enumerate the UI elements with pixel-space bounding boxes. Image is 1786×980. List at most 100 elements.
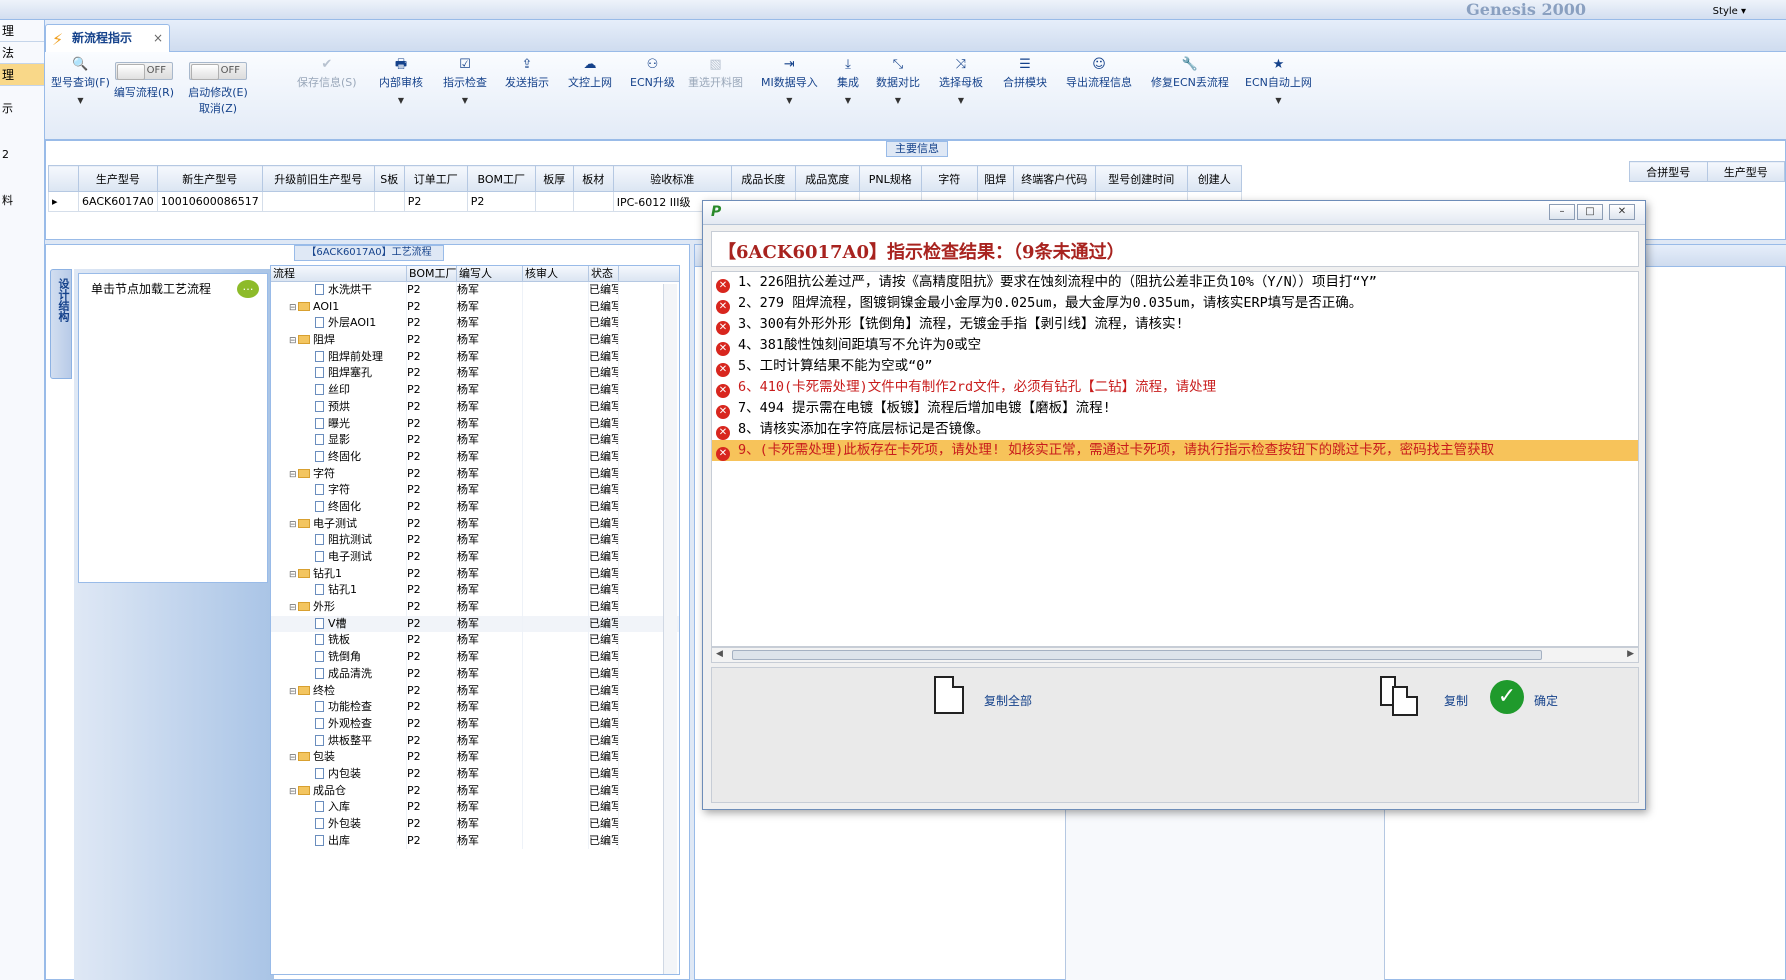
minimize-button[interactable]: –	[1549, 204, 1575, 220]
data-compare-button[interactable]: ⤡ 数据对比 ▼	[876, 56, 920, 105]
grid-cell[interactable]	[534, 191, 574, 212]
col-header[interactable]: 新生产型号	[156, 165, 263, 192]
col-header[interactable]: 核审人	[523, 266, 589, 281]
tree-row[interactable]: 出库 P2 杨军 已编写	[271, 832, 679, 850]
tree-row[interactable]: 曝光 P2 杨军 已编写	[271, 415, 679, 433]
tree-row[interactable]: 水洗烘干 P2 杨军 已编写	[271, 282, 679, 299]
scroll-right-icon[interactable]: ▶	[1627, 649, 1634, 659]
tree-node-cell[interactable]: 功能检查	[271, 699, 407, 716]
tree-row[interactable]: 外包装 P2 杨军 已编写	[271, 816, 679, 833]
collapse-icon[interactable]: ⊟	[289, 567, 298, 583]
col-header[interactable]: 终端客户代码	[1012, 165, 1096, 192]
tree-row[interactable]: 阻焊前处理 P2 杨军 已编写	[271, 348, 679, 366]
tab-new-process[interactable]: ⚡ 新流程指示 ×	[45, 24, 170, 52]
doc-upload-button[interactable]: ☁ 文控上网	[568, 56, 612, 90]
horizontal-scrollbar[interactable]: ◀ ▶	[711, 647, 1639, 663]
tree-scrollbar[interactable]	[663, 284, 677, 974]
integrate-button[interactable]: ⤓ 集成 ▼	[837, 56, 859, 105]
tree-row[interactable]: 入库 P2 杨军 已编写	[271, 799, 679, 816]
list-item[interactable]: ✕ 1、226阻抗公差过严，请按《高精度阻抗》要求在蚀刻流程中的（阻抗公差非正负1…	[712, 272, 1638, 293]
tree-node-cell[interactable]: 显影	[271, 432, 407, 449]
left-nav-item[interactable]: 示	[0, 86, 44, 132]
enable-modify-toggle[interactable]: OFF 启动修改(E) 取消(Z)	[187, 62, 249, 116]
fix-ecn-button[interactable]: 🔧 修复ECN丢流程	[1151, 56, 1229, 90]
col-header[interactable]: 生产型号	[78, 165, 158, 192]
col-header[interactable]: 订单工厂	[403, 165, 468, 192]
export-flow-button[interactable]: ☺ 导出流程信息	[1066, 56, 1132, 90]
tree-node-cell[interactable]: 丝印	[271, 382, 407, 399]
reselect-cut-button[interactable]: ▧ 重选开料图	[688, 56, 743, 90]
grid-cell[interactable]	[572, 191, 614, 212]
tree-node-cell[interactable]: ⊟ 阻焊	[271, 332, 407, 349]
col-header[interactable]: 阻焊	[976, 165, 1014, 192]
tree-row[interactable]: ⊟ AOI1 P2 杨军 已编写	[271, 298, 679, 316]
tree-node-cell[interactable]: 铣倒角	[271, 649, 407, 666]
tree-row[interactable]: 预烘 P2 杨军 已编写	[271, 398, 679, 416]
grid-cell[interactable]	[261, 191, 375, 212]
copy-button[interactable]: 复制	[1444, 692, 1468, 709]
tree-row[interactable]: ⊟ 成品仓 P2 杨军 已编写	[271, 782, 679, 800]
design-structure-tab[interactable]: 设计结构	[50, 269, 72, 379]
cancel-label[interactable]: 取消(Z)	[199, 102, 237, 115]
copy-all-button[interactable]: 复制全部	[984, 692, 1032, 709]
tree-node-cell[interactable]: 水洗烘干	[271, 282, 407, 299]
tree-row[interactable]: 显影 P2 杨军 已编写	[271, 432, 679, 449]
tree-row[interactable]: ⊟ 包装 P2 杨军 已编写	[271, 749, 679, 766]
tree-node-cell[interactable]: ⊟ 终检	[271, 682, 407, 700]
internal-review-button[interactable]: 🖶 内部审核 ▼	[379, 56, 423, 105]
col-header[interactable]: 合拼型号	[1629, 161, 1708, 182]
tree-row[interactable]: ⊟ 字符 P2 杨军 已编写	[271, 465, 679, 483]
tree-node-cell[interactable]: 烘板整平	[271, 732, 407, 750]
col-header[interactable]: 生产型号	[1706, 161, 1785, 182]
tree-node-cell[interactable]: ⊟ 钻孔1	[271, 565, 407, 583]
scroll-left-icon[interactable]: ◀	[716, 649, 723, 659]
col-header[interactable]: 成品长度	[730, 165, 796, 192]
col-header[interactable]: 板材	[572, 165, 614, 192]
collapse-icon[interactable]: ⊟	[289, 300, 298, 316]
tree-node-cell[interactable]: V槽	[271, 615, 407, 633]
collapse-icon[interactable]: ⊟	[289, 784, 298, 800]
col-header[interactable]: 字符	[920, 165, 978, 192]
grid-cell[interactable]: P2	[403, 191, 468, 212]
col-header[interactable]: 板厚	[534, 165, 574, 192]
tree-node-cell[interactable]: ⊟ 外形	[271, 599, 407, 616]
select-parent-button[interactable]: ⤨ 选择母板 ▼	[939, 56, 983, 105]
tree-row[interactable]: 终固化 P2 杨军 已编写	[271, 498, 679, 516]
tree-row[interactable]: 外层AOI1 P2 杨军 已编写	[271, 315, 679, 333]
tree-node-cell[interactable]: 钻孔1	[271, 582, 407, 600]
ok-check-icon[interactable]: ✓	[1490, 680, 1524, 714]
tree-node-cell[interactable]: 终固化	[271, 498, 407, 516]
tree-row[interactable]: ⊟ 电子测试 P2 杨军 已编写	[271, 515, 679, 533]
ecn-auto-upload-button[interactable]: ★ ECN自动上网 ▼	[1245, 56, 1312, 105]
collapse-icon[interactable]: ⊟	[289, 517, 298, 533]
tree-row[interactable]: 终固化 P2 杨军 已编写	[271, 448, 679, 466]
collapse-icon[interactable]: ⊟	[289, 467, 298, 483]
merge-module-button[interactable]: ☰ 合拼模块	[1003, 56, 1047, 90]
scroll-thumb[interactable]	[732, 650, 1542, 660]
ok-button[interactable]: 确定	[1534, 692, 1558, 709]
tree-row[interactable]: V槽 P2 杨军 已编写	[271, 615, 679, 633]
collapse-icon[interactable]: ⊟	[289, 750, 298, 766]
tree-row[interactable]: ⊟ 外形 P2 杨军 已编写	[271, 599, 679, 616]
list-item[interactable]: ✕ 7、494 提示需在电镀【板镀】流程后增加电镀【磨板】流程!	[712, 398, 1638, 419]
tree-row[interactable]: 外观检查 P2 杨军 已编写	[271, 715, 679, 733]
tree-node-cell[interactable]: 外层AOI1	[271, 315, 407, 333]
list-item[interactable]: ✕ 4、381酸性蚀刻间距填写不允许为0或空	[712, 335, 1638, 356]
tree-node-cell[interactable]: ⊟ 成品仓	[271, 782, 407, 800]
tree-row[interactable]: 烘板整平 P2 杨军 已编写	[271, 732, 679, 750]
col-header[interactable]: BOM工厂	[466, 165, 536, 192]
grid-cell[interactable]	[373, 191, 405, 212]
tree-node-cell[interactable]: 出库	[271, 832, 407, 850]
document-icon[interactable]	[934, 676, 964, 714]
grid-cell[interactable]: 6ACK6017A0	[78, 191, 158, 212]
tree-node-cell[interactable]: 终固化	[271, 448, 407, 466]
send-instruction-button[interactable]: ⇪ 发送指示	[505, 56, 549, 90]
left-nav-item[interactable]: 料	[0, 178, 44, 224]
col-header[interactable]: 型号创建时间	[1094, 165, 1188, 192]
tree-node-cell[interactable]: 入库	[271, 799, 407, 816]
tree-node-cell[interactable]: 预烘	[271, 398, 407, 416]
maximize-button[interactable]: □	[1577, 204, 1603, 220]
edit-flow-toggle[interactable]: OFF 编写流程(R)	[113, 62, 175, 100]
tree-node-cell[interactable]: 外包装	[271, 816, 407, 833]
list-item[interactable]: ✕ 8、请核实添加在字符底层标记是否镜像。	[712, 419, 1638, 440]
